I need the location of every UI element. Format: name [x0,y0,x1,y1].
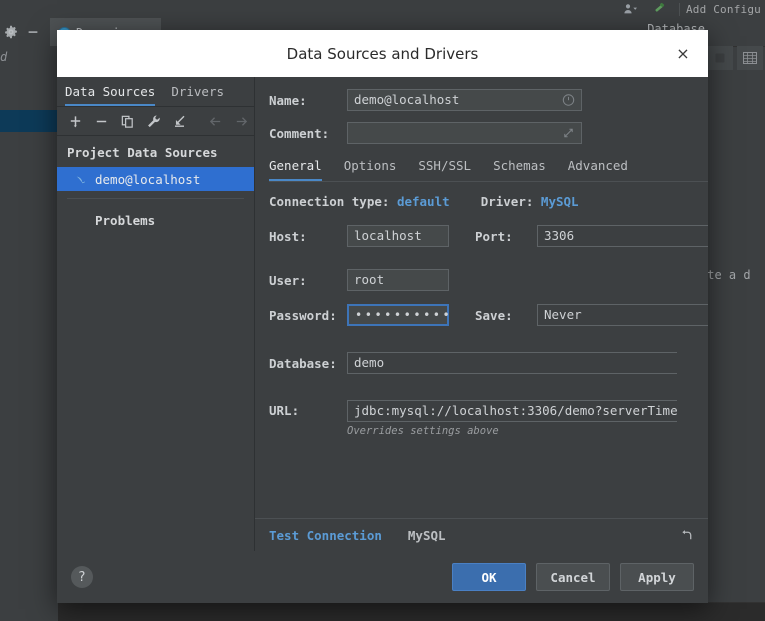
database-label: Database: [269,355,337,371]
footer-driver-name: MySQL [407,527,446,543]
forward-button[interactable] [229,109,253,133]
port-input-value: 3306 [544,228,575,243]
comment-input[interactable] [347,122,582,144]
run-configuration-selector[interactable]: Add Configu [678,2,761,16]
cancel-button[interactable]: Cancel [536,563,610,591]
url-label: URL: [269,403,300,418]
tab-drivers[interactable]: Drivers [171,84,224,106]
gear-icon[interactable] [0,21,22,43]
ok-button[interactable]: OK [452,563,526,591]
save-dropdown[interactable]: Never [537,304,708,326]
ide-top-toolbar: Add Configu [0,0,765,19]
sidebar-item-demo-localhost[interactable]: demo@localhost [57,167,254,191]
expand-arrow-icon[interactable] [562,127,575,140]
name-row: Name: demo@localhost [269,89,708,111]
connection-type-value[interactable]: default [397,194,450,209]
reset-circle-icon[interactable] [562,94,575,107]
name-label: Name: [269,92,307,108]
tab-advanced[interactable]: Advanced [568,158,628,181]
name-input[interactable]: demo@localhost [347,89,582,111]
connection-type-label: Connection type: [269,194,390,209]
sidebar-toolbar [57,107,254,136]
add-button[interactable] [63,109,87,133]
user-dropdown-icon[interactable] [619,0,641,20]
tab-schemas[interactable]: Schemas [493,158,546,181]
url-row: URL: jdbc:mysql://localhost:3306/demo?se… [269,400,708,437]
data-sources-dialog: Data Sources and Drivers × Data Sources … [57,30,708,603]
wrench-icon[interactable] [141,109,165,133]
comment-row: Comment: [269,122,708,144]
apply-button[interactable]: Apply [620,563,694,591]
import-arrow-icon[interactable] [167,109,191,133]
host-label: Host: [269,228,307,244]
dialog-body: Data Sources Drivers Project Data Source… [57,77,708,572]
password-label: Password: [269,307,337,323]
database-row: Database: demo [269,352,708,374]
password-save-row: Password: •••••••••• Save: Never [269,304,708,326]
sidebar-problems-section: Problems [95,213,156,228]
tab-data-sources[interactable]: Data Sources [65,84,156,106]
name-input-value: demo@localhost [354,92,460,107]
url-input[interactable]: jdbc:mysql://localhost:3306/demo?serverT… [347,400,677,422]
duplicate-button[interactable] [115,109,139,133]
password-input[interactable]: •••••••••• [347,304,453,326]
help-button[interactable]: ? [71,566,93,588]
comment-label: Comment: [269,125,330,141]
sidebar-group-title: Project Data Sources [67,145,218,160]
host-input-value: localhost [354,228,422,243]
remove-button[interactable] [89,109,113,133]
ide-status-bar [58,602,765,621]
driver-label: Driver: [480,194,534,209]
ide-gutter-selection [0,110,57,132]
data-sources-sidebar: Data Sources Drivers Project Data Source… [57,77,255,572]
driver-value[interactable]: MySQL [541,194,579,209]
dialog-footer-links: Test Connection MySQL [255,518,708,551]
test-connection-link[interactable]: Test Connection [269,528,382,543]
tab-options[interactable]: Options [344,158,397,181]
mysql-dolphin-icon [75,173,88,186]
dialog-action-buttons: OK Cancel Apply [452,563,694,591]
database-panel-toolbar [707,46,763,70]
save-label: Save: [475,307,513,323]
password-input-value: •••••••••• [355,308,453,322]
data-source-settings-pane: Name: demo@localhost Comment: General Op… [255,77,708,572]
dialog-button-bar: ? OK Cancel Apply [57,551,708,603]
back-button[interactable] [203,109,227,133]
url-input-value: jdbc:mysql://localhost:3306/demo?serverT… [354,403,677,418]
save-dropdown-value: Never [544,307,582,322]
dialog-title: Data Sources and Drivers [286,44,479,63]
database-input-value: demo [354,355,385,370]
url-hint: Overrides settings above [347,425,499,437]
port-label: Port: [475,228,513,244]
sidebar-item-label: demo@localhost [95,171,201,187]
user-row: User: root [269,269,708,291]
screen: Add Configu Demo.java ✕ Database [0,0,765,621]
sidebar-tabs: Data Sources Drivers [57,77,254,107]
hammer-icon[interactable] [649,0,671,20]
host-port-row: Host: localhost Port: 3306 [269,225,708,247]
user-input-value: root [354,272,385,287]
user-label: User: [269,272,307,288]
stop-square-icon[interactable] [707,46,733,70]
ide-status-bar-left [0,603,58,621]
ide-left-gutter [0,46,58,621]
close-icon[interactable]: × [672,43,694,65]
settings-tabs: General Options SSH/SSL Schemas Advanced [269,158,708,182]
ide-gutter-text: d [0,50,8,64]
tab-ssh-ssl[interactable]: SSH/SSL [418,158,471,181]
minimize-icon[interactable] [22,21,44,43]
refresh-revert-icon[interactable] [679,528,694,543]
ide-run-controls: Add Configu [619,0,765,18]
table-grid-icon[interactable] [737,46,763,70]
user-input[interactable]: root [347,269,449,291]
dialog-titlebar: Data Sources and Drivers × [57,30,708,77]
database-input[interactable]: demo [347,352,677,374]
port-input[interactable]: 3306 [537,225,708,247]
host-input[interactable]: localhost [347,225,449,247]
tab-general[interactable]: General [269,158,322,181]
connection-summary-line: Connection type: default Driver: MySQL [269,194,708,209]
